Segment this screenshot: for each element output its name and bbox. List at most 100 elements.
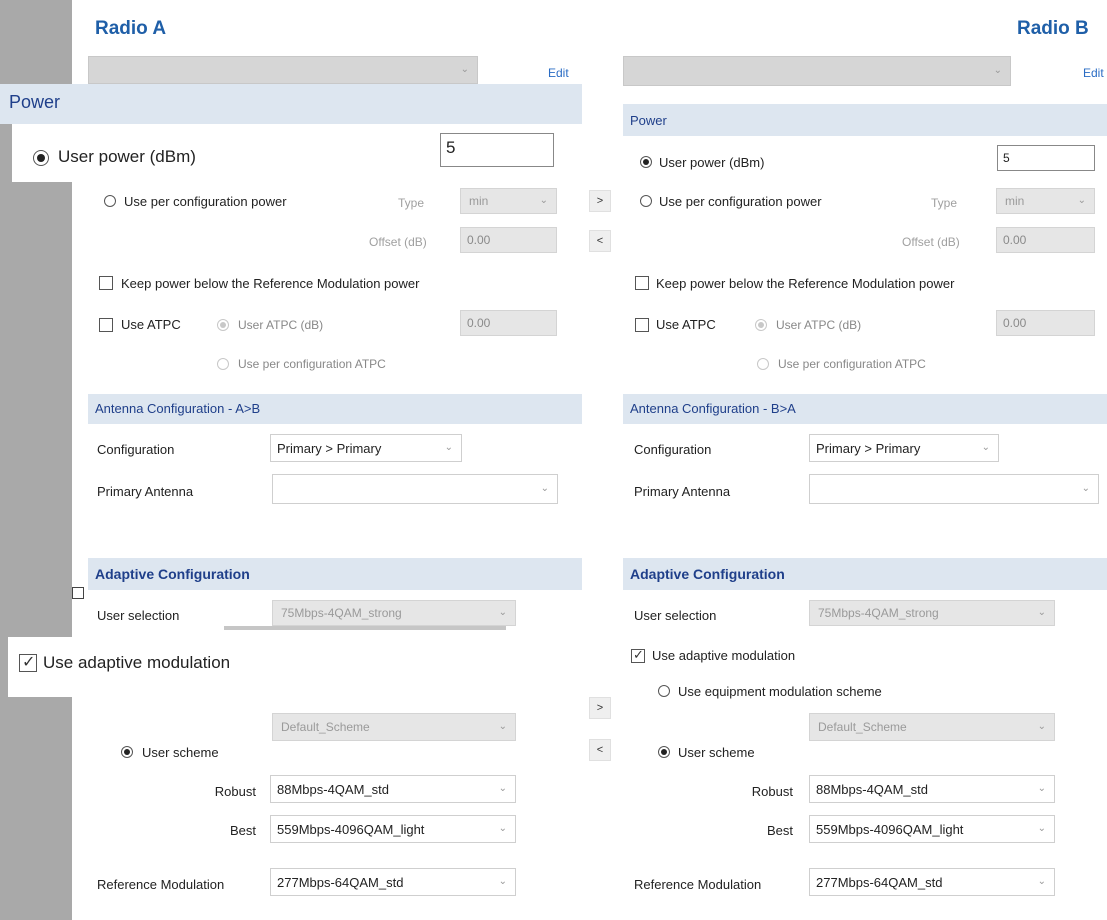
user-power-label: User power (dBm): [58, 147, 196, 166]
offset-b-input[interactable]: 0.00: [996, 227, 1095, 253]
chevron-down-icon: ⌄: [444, 441, 453, 453]
primary-antenna-b-select[interactable]: ⌄: [809, 474, 1099, 504]
user-scheme-b-label: User scheme: [678, 745, 755, 760]
user-power-b-input[interactable]: 5: [997, 145, 1095, 171]
user-power-radio[interactable]: [33, 150, 49, 166]
per-config-power-label: Use per configuration power: [124, 194, 287, 209]
chevron-down-icon: ⌄: [498, 782, 507, 794]
keep-power-below-checkbox[interactable]: [99, 276, 113, 290]
type-select[interactable]: min ⌄: [460, 188, 557, 214]
best-label: Best: [229, 823, 256, 838]
use-adaptive-checkbox[interactable]: [19, 652, 37, 672]
user-atpc-label: User ATPC (dB): [238, 318, 324, 332]
user-atpc-b-radio[interactable]: [755, 319, 767, 331]
user-atpc-radio[interactable]: [217, 319, 229, 331]
use-atpc-b-checkbox[interactable]: [635, 318, 649, 332]
atpc-b-input[interactable]: 0.00: [996, 310, 1095, 336]
type-b-select[interactable]: min ⌄: [996, 188, 1095, 214]
configuration-b-value: Primary > Primary: [816, 440, 921, 456]
copy-adaptive-to-b-button[interactable]: >: [589, 697, 611, 719]
use-adaptive-b-checkbox[interactable]: [631, 647, 645, 663]
chevron-down-icon: ⌄: [498, 720, 507, 732]
scheme-b-value: Default_Scheme: [818, 720, 907, 734]
user-selection-value: 75Mbps-4QAM_strong: [281, 606, 402, 620]
reference-modulation-b-label: Reference Modulation: [634, 877, 762, 892]
best-b-label: Best: [766, 823, 793, 838]
radio-a-select[interactable]: ⌄: [88, 56, 478, 84]
per-config-atpc-b-label: Use per configuration ATPC: [778, 357, 926, 371]
power-b-band: [623, 104, 1107, 136]
user-scheme-b-radio[interactable]: [658, 746, 670, 758]
power-header: Power: [9, 92, 61, 112]
chevron-down-icon: ⌄: [540, 482, 549, 494]
use-equipment-b-radio[interactable]: [658, 685, 670, 697]
use-atpc-b-label: Use ATPC: [656, 317, 716, 332]
robust-b-select[interactable]: 88Mbps-4QAM_std ⌄: [809, 775, 1055, 803]
keep-power-below-b-checkbox[interactable]: [635, 276, 649, 290]
antenna-a-header: Antenna Configuration - A>B: [95, 401, 261, 416]
configuration-select[interactable]: Primary > Primary ⌄: [270, 434, 462, 462]
reference-modulation-b-value: 277Mbps-64QAM_std: [816, 874, 943, 890]
type-b-value: min: [1005, 194, 1025, 208]
best-select[interactable]: 559Mbps-4096QAM_light ⌄: [270, 815, 516, 843]
power-b-header: Power: [630, 113, 667, 128]
separator: [224, 626, 506, 630]
reference-modulation-b-select[interactable]: 277Mbps-64QAM_std ⌄: [809, 868, 1055, 896]
antenna-b-header: Antenna Configuration - B>A: [630, 401, 796, 416]
offset-input[interactable]: 0.00: [460, 227, 557, 253]
scheme-select[interactable]: Default_Scheme ⌄: [272, 713, 516, 741]
robust-b-value: 88Mbps-4QAM_std: [816, 781, 928, 797]
user-selection-select[interactable]: 75Mbps-4QAM_strong ⌄: [272, 600, 516, 626]
type-value: min: [469, 194, 489, 208]
use-atpc-label: Use ATPC: [121, 317, 181, 332]
chevron-down-icon: ⌄: [1037, 875, 1046, 887]
use-equipment-b-label: Use equipment modulation scheme: [678, 684, 882, 699]
user-selection-b-select[interactable]: 75Mbps-4QAM_strong ⌄: [809, 600, 1055, 626]
adaptive-b-header: Adaptive Configuration: [630, 566, 785, 582]
use-adaptive-b-label: Use adaptive modulation: [652, 648, 796, 663]
robust-label: Robust: [214, 784, 256, 799]
per-config-power-b-radio[interactable]: [640, 195, 652, 207]
radio-b-select[interactable]: ⌄: [623, 56, 1011, 86]
scheme-b-select[interactable]: Default_Scheme ⌄: [809, 713, 1055, 741]
use-atpc-checkbox[interactable]: [99, 318, 113, 332]
user-power-b-label: User power (dBm): [659, 155, 765, 170]
chevron-down-icon: ⌄: [1037, 822, 1046, 834]
best-value: 559Mbps-4096QAM_light: [277, 821, 425, 837]
reference-modulation-label: Reference Modulation: [97, 877, 225, 892]
user-power-input[interactable]: 5: [440, 133, 554, 167]
reference-modulation-select[interactable]: 277Mbps-64QAM_std ⌄: [270, 868, 516, 896]
configuration-b-select[interactable]: Primary > Primary ⌄: [809, 434, 999, 462]
user-scheme-label: User scheme: [142, 745, 219, 760]
type-label: Type: [398, 196, 425, 210]
per-config-atpc-b-radio[interactable]: [757, 358, 769, 370]
user-selection-b-value: 75Mbps-4QAM_strong: [818, 606, 939, 620]
atpc-input[interactable]: 0.00: [460, 310, 557, 336]
radio-a-edit-link[interactable]: Edit: [548, 66, 569, 80]
power-header-band: [0, 84, 582, 124]
configuration-value: Primary > Primary: [277, 440, 382, 456]
primary-antenna-select[interactable]: ⌄: [272, 474, 558, 504]
chevron-down-icon: ⌄: [539, 194, 548, 206]
robust-b-label: Robust: [751, 784, 793, 799]
best-b-select[interactable]: 559Mbps-4096QAM_light ⌄: [809, 815, 1055, 843]
chevron-down-icon: ⌄: [1037, 720, 1046, 732]
copy-power-to-a-button[interactable]: <: [589, 230, 611, 252]
radio-b-title: Radio B: [1017, 18, 1089, 39]
chevron-down-icon: ⌄: [1037, 606, 1046, 618]
robust-select[interactable]: 88Mbps-4QAM_std ⌄: [270, 775, 516, 803]
radio-b-edit-link[interactable]: Edit: [1083, 66, 1104, 80]
small-checkbox[interactable]: [72, 587, 84, 599]
primary-antenna-b-label: Primary Antenna: [634, 484, 731, 499]
chevron-down-icon: ⌄: [981, 441, 990, 453]
adaptive-a-header: Adaptive Configuration: [95, 566, 250, 582]
per-config-power-radio[interactable]: [104, 195, 116, 207]
user-atpc-b-label: User ATPC (dB): [776, 318, 862, 332]
copy-adaptive-to-a-button[interactable]: <: [589, 739, 611, 761]
primary-antenna-label: Primary Antenna: [97, 484, 194, 499]
scheme-value: Default_Scheme: [281, 720, 370, 734]
per-config-atpc-radio[interactable]: [217, 358, 229, 370]
copy-power-to-b-button[interactable]: >: [589, 190, 611, 212]
user-power-b-radio[interactable]: [640, 156, 652, 168]
user-scheme-radio[interactable]: [121, 746, 133, 758]
